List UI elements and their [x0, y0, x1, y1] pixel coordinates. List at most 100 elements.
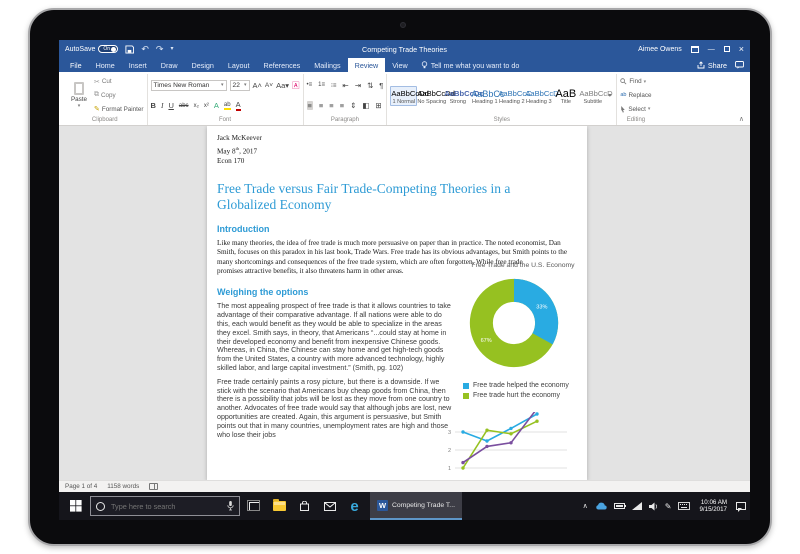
decrease-indent-button[interactable]: ⇤ [342, 81, 348, 90]
minimize-button[interactable]: — [708, 46, 715, 53]
save-icon[interactable] [125, 45, 134, 54]
pen-icon[interactable]: ✎ [665, 502, 672, 511]
tell-me-box[interactable]: Tell me what you want to do [415, 58, 526, 72]
tab-view[interactable]: View [385, 58, 414, 72]
wifi-icon[interactable] [632, 502, 642, 510]
superscript-button[interactable]: x² [204, 103, 209, 109]
highlight-button[interactable]: ab [224, 102, 231, 110]
style-heading2[interactable]: AaBbCcC Heading 2 [498, 87, 525, 105]
style-subtitle[interactable]: AaBbCcD Subtitle [579, 87, 606, 105]
font-color-button[interactable]: A [236, 100, 241, 111]
show-marks-button[interactable]: ¶ [379, 81, 383, 90]
microsoft-store-button[interactable] [292, 492, 317, 520]
battery-icon[interactable] [614, 503, 625, 509]
collapse-ribbon-icon[interactable]: ∧ [737, 115, 748, 125]
styles-gallery-more-icon[interactable]: ▾ [606, 92, 613, 99]
style-normal[interactable]: AaBbCcDd 1 Normal [390, 86, 417, 106]
user-name[interactable]: Aimee Owens [638, 46, 682, 53]
tab-insert[interactable]: Insert [122, 58, 154, 72]
change-case-icon[interactable]: Aa▾ [276, 81, 289, 90]
toggle-knob [111, 47, 116, 52]
align-left-button[interactable]: ≡ [307, 101, 313, 110]
select-button[interactable]: Select ▾ [620, 106, 651, 113]
grow-font-icon[interactable]: A˄ [253, 81, 262, 90]
font-name-select[interactable]: Times New Roman ▾ [151, 80, 227, 91]
task-view-button[interactable] [242, 492, 267, 520]
tab-layout[interactable]: Layout [221, 58, 257, 72]
font-size-select[interactable]: 22 ▾ [230, 80, 250, 91]
line-spacing-button[interactable]: ⇕ [350, 101, 356, 110]
volume-icon[interactable] [649, 502, 658, 511]
bold-button[interactable]: B [151, 101, 156, 110]
taskbar-clock[interactable]: 10:06 AM 9/15/2017 [699, 499, 727, 514]
share-button[interactable]: Share [697, 61, 727, 70]
touch-keyboard-icon[interactable] [678, 502, 690, 510]
document-area: Jack McKeever May 8th, 2017 Econ 170 Fre… [59, 126, 750, 480]
onedrive-cloud-icon[interactable] [595, 502, 607, 510]
increase-indent-button[interactable]: ⇥ [355, 81, 361, 90]
lightbulb-icon [421, 61, 428, 69]
restore-button[interactable] [724, 46, 730, 52]
tab-file[interactable]: File [63, 58, 89, 72]
strikethrough-button[interactable]: abc [179, 103, 189, 109]
autosave-switch[interactable]: On [98, 45, 118, 53]
format-painter-button[interactable]: ✎ Format Painter [94, 105, 144, 113]
mail-button[interactable] [317, 492, 342, 520]
copy-button[interactable]: ⧉ Copy [94, 91, 144, 99]
borders-button[interactable]: ⊞ [375, 101, 381, 110]
style-no-spacing[interactable]: AaBbCcDd No Spacing [417, 87, 444, 105]
cut-button[interactable]: ✂ Cut [94, 78, 144, 86]
style-strong[interactable]: AaBbCcDc Strong [444, 87, 471, 105]
chart-column[interactable]: Free Trade and the U.S. Economy 33% 67% … [463, 262, 587, 399]
tab-home[interactable]: Home [89, 58, 122, 72]
tab-design[interactable]: Design [185, 58, 221, 72]
subscript-button[interactable]: x₂ [194, 103, 199, 109]
autosave-toggle[interactable]: AutoSave On [65, 45, 118, 53]
qat-dropdown-icon[interactable]: ▾ [170, 45, 173, 54]
tab-draw[interactable]: Draw [154, 58, 185, 72]
shrink-font-icon[interactable]: A˅ [265, 82, 273, 89]
taskbar-search[interactable] [90, 496, 240, 516]
document-page[interactable]: Jack McKeever May 8th, 2017 Econ 170 Fre… [207, 126, 587, 480]
find-button[interactable]: Find ▾ [620, 78, 651, 85]
shading-button[interactable]: ◧ [362, 101, 369, 110]
tab-review[interactable]: Review [348, 58, 386, 72]
search-input[interactable] [109, 501, 213, 512]
page-indicator[interactable]: Page 1 of 4 [65, 483, 97, 490]
file-explorer-button[interactable] [267, 492, 292, 520]
style-heading3[interactable]: AaBbCcD Heading 3 [525, 87, 552, 105]
tab-mailings[interactable]: Mailings [307, 58, 347, 72]
style-title[interactable]: AaB Title [552, 87, 579, 105]
microphone-icon[interactable] [227, 501, 234, 511]
line-chart[interactable]: 123 [441, 412, 573, 480]
paste-button[interactable]: Paste ▾ [66, 75, 92, 116]
donut-chart[interactable]: 33% 67% [466, 275, 562, 371]
style-heading1[interactable]: AaBbCc Heading 1 [471, 87, 498, 105]
start-button[interactable] [63, 492, 88, 520]
close-button[interactable]: × [739, 44, 744, 54]
tray-chevron-up-icon[interactable]: ∧ [583, 502, 588, 510]
align-center-button[interactable]: ≡ [319, 101, 323, 110]
action-center-icon[interactable] [736, 502, 746, 510]
align-right-button[interactable]: ≡ [329, 101, 333, 110]
tab-references[interactable]: References [257, 58, 308, 72]
sort-button[interactable]: ⇅ [367, 81, 373, 90]
numbering-button[interactable]: 1≡ [318, 82, 325, 88]
multilevel-list-button[interactable]: ⁝≡ [331, 82, 336, 89]
paste-dropdown-icon[interactable]: ▾ [78, 103, 81, 109]
italic-button[interactable]: I [161, 101, 164, 110]
underline-button[interactable]: U [168, 101, 173, 110]
proofing-icon[interactable] [149, 483, 158, 490]
text-effects-icon[interactable]: A [214, 101, 219, 110]
edge-button[interactable]: e [342, 492, 367, 520]
justify-button[interactable]: ≡ [340, 101, 344, 110]
redo-icon[interactable]: ↷ [156, 45, 164, 54]
bullets-button[interactable]: •≡ [307, 82, 313, 88]
clear-formatting-icon[interactable]: 🄰 [292, 80, 300, 91]
comments-icon[interactable] [735, 61, 744, 69]
replace-button[interactable]: ab Replace [620, 92, 651, 99]
word-taskbar-button[interactable]: W Competing Trade T... [370, 492, 462, 520]
word-count[interactable]: 1158 words [107, 483, 139, 490]
ribbon-display-options-icon[interactable] [691, 46, 699, 53]
undo-icon[interactable]: ↶ [141, 45, 149, 54]
